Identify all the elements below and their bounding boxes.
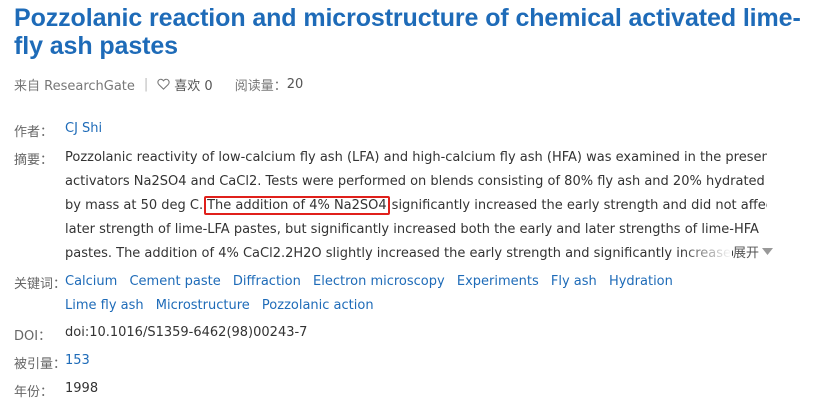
- keyword-link[interactable]: Hydration: [609, 274, 673, 289]
- keyword-link[interactable]: Pozzolanic action: [262, 298, 374, 313]
- meta-divider: |: [143, 76, 149, 92]
- heart-outline-icon: [157, 78, 170, 90]
- authors-label: 作者：: [14, 125, 54, 140]
- abstract-segment: significantly increased the early streng…: [391, 198, 767, 213]
- abstract-line: by mass at 50 deg C. The addition of 4% N…: [65, 194, 767, 218]
- keyword-link[interactable]: Microstructure: [156, 298, 250, 313]
- cited-label: 被引量：: [14, 357, 67, 372]
- abstract-line: activators Na2SO4 and CaCl2. Tests were …: [65, 174, 767, 189]
- cited-count-link[interactable]: 153: [65, 353, 90, 368]
- like-button[interactable]: 喜欢 0: [157, 75, 213, 94]
- abstract-label: 摘要：: [14, 153, 54, 168]
- doi-label: DOI：: [14, 329, 52, 344]
- keyword-link[interactable]: Cement paste: [129, 274, 220, 289]
- expand-button[interactable]: 展开: [733, 242, 774, 261]
- year-value: 1998: [65, 381, 99, 396]
- chevron-down-icon: [762, 248, 774, 255]
- meta-bar: 来自 ResearchGate | 喜欢 0 阅读量： 20: [14, 75, 304, 94]
- keyword-list: Calcium Cement paste Diffraction Electro…: [65, 270, 765, 318]
- keyword-link[interactable]: Experiments: [457, 274, 539, 289]
- abstract-line: pastes. The addition of 4% CaCl2.2H2O sl…: [65, 246, 765, 261]
- year-label: 年份：: [14, 385, 54, 400]
- keyword-link[interactable]: Calcium: [65, 274, 117, 289]
- abstract-line: later strength of lime-LFA pastes, but s…: [65, 222, 759, 237]
- abstract-text: Pozzolanic reactivity of low-calcium fly…: [65, 146, 767, 264]
- source-label: 来自 ResearchGate: [14, 78, 135, 94]
- paper-title: Pozzolanic reaction and microstructure o…: [14, 4, 801, 60]
- abstract-line: Pozzolanic reactivity of low-calcium fly…: [65, 150, 767, 165]
- expand-label: 展开: [733, 246, 760, 261]
- abstract-fade: [680, 238, 732, 262]
- views-label: 阅读量：: [234, 78, 287, 94]
- keyword-link[interactable]: Electron microscopy: [313, 274, 445, 289]
- highlighted-phrase: The addition of 4% Na2SO4: [204, 196, 390, 215]
- views-count: 20: [286, 76, 304, 92]
- keyword-link[interactable]: Fly ash: [551, 274, 597, 289]
- author-link[interactable]: CJ Shi: [65, 121, 102, 136]
- abstract-segment: by mass at 50 deg C.: [65, 198, 204, 213]
- likes-count: 喜欢 0: [174, 78, 213, 94]
- doi-value: doi:10.1016/S1359-6462(98)00243-7: [65, 325, 308, 340]
- keyword-link[interactable]: Lime fly ash: [65, 298, 144, 313]
- keyword-link[interactable]: Diffraction: [233, 274, 301, 289]
- keywords-label: 关键词：: [14, 277, 67, 292]
